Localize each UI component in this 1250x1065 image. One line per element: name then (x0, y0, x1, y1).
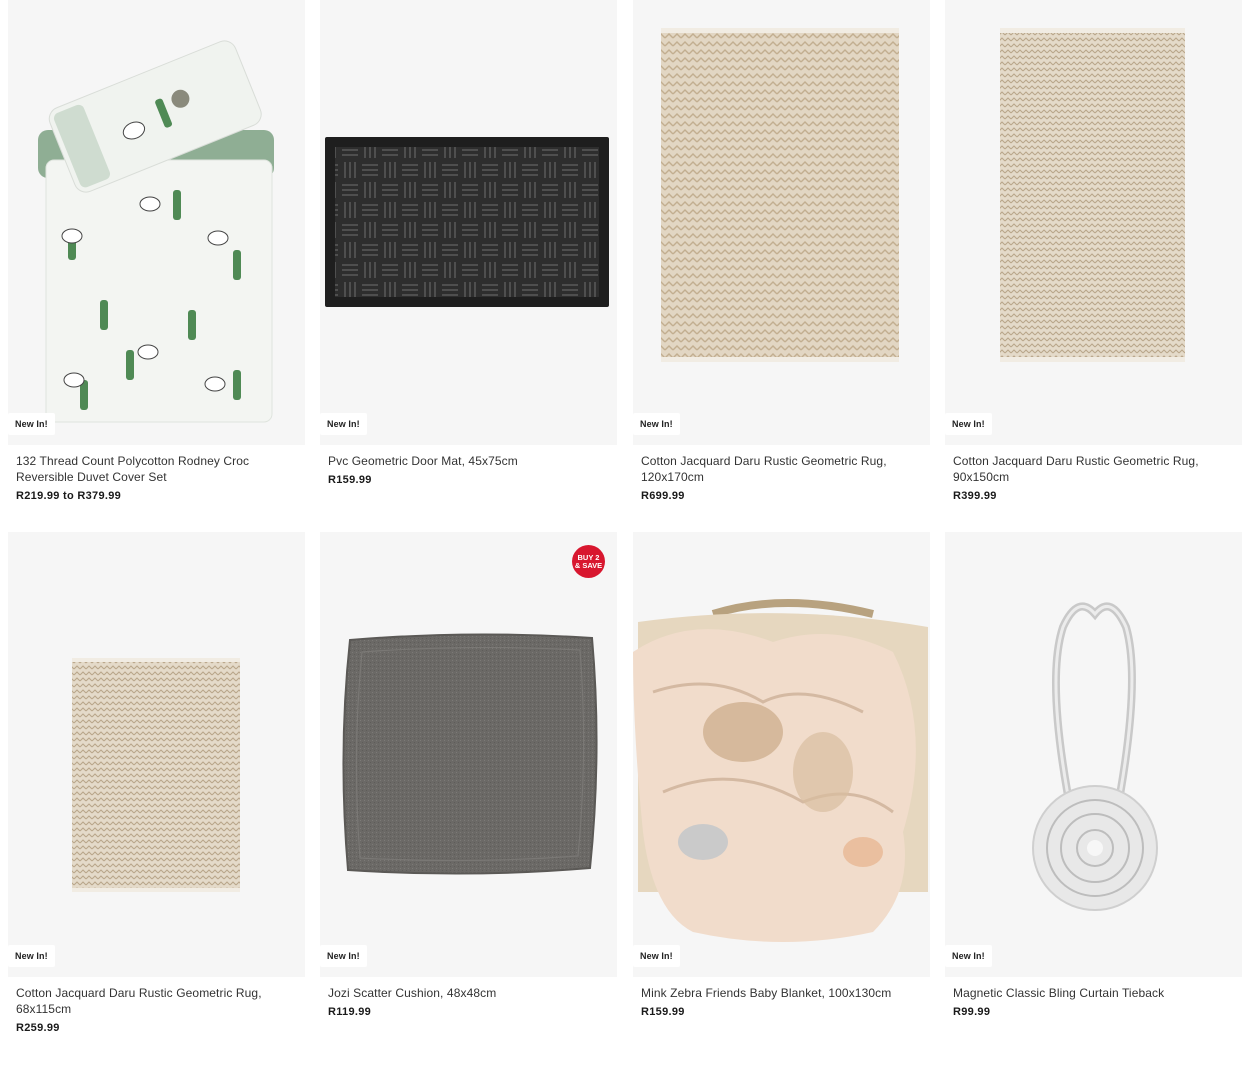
product-price: R219.99 to R379.99 (16, 490, 122, 502)
product-price: R399.99 (953, 490, 997, 502)
product-title[interactable]: Pvc Geometric Door Mat, 45x75cm (328, 453, 613, 469)
new-in-badge: New In! (633, 413, 680, 435)
new-in-badge: New In! (8, 413, 55, 435)
product-price: R699.99 (641, 490, 685, 502)
buy-2-save-badge: BUY 2 & SAVE (572, 545, 605, 578)
product-title[interactable]: Cotton Jacquard Daru Rustic Geometric Ru… (953, 453, 1238, 485)
product-title[interactable]: Magnetic Classic Bling Curtain Tieback (953, 985, 1238, 1001)
rug-image[interactable]: New In! (633, 0, 930, 445)
product-price: R159.99 (641, 1006, 685, 1018)
product-price: R99.99 (953, 1006, 991, 1018)
product-title[interactable]: Cotton Jacquard Daru Rustic Geometric Ru… (641, 453, 926, 485)
new-in-badge: New In! (633, 945, 680, 967)
product-title[interactable]: Mink Zebra Friends Baby Blanket, 100x130… (641, 985, 926, 1001)
new-in-badge: New In! (8, 945, 55, 967)
duvet-cover-image[interactable]: New In! (8, 0, 305, 445)
product-title[interactable]: Cotton Jacquard Daru Rustic Geometric Ru… (16, 985, 301, 1017)
baby-blanket-image[interactable]: New In! (633, 532, 930, 977)
product-price: R119.99 (328, 1006, 372, 1018)
rug-image[interactable]: New In! (945, 0, 1242, 445)
cushion-image[interactable]: BUY 2 & SAVE New In! (320, 532, 617, 977)
door-mat-image[interactable]: New In! (320, 0, 617, 445)
new-in-badge: New In! (945, 945, 992, 967)
rug-image[interactable]: New In! (8, 532, 305, 977)
new-in-badge: New In! (320, 413, 367, 435)
product-price: R259.99 (16, 1022, 60, 1034)
new-in-badge: New In! (945, 413, 992, 435)
product-title[interactable]: Jozi Scatter Cushion, 48x48cm (328, 985, 613, 1001)
new-in-badge: New In! (320, 945, 367, 967)
product-title[interactable]: 132 Thread Count Polycotton Rodney Croc … (16, 453, 301, 485)
product-price: R159.99 (328, 474, 372, 486)
curtain-tieback-image[interactable]: New In! (945, 532, 1242, 977)
